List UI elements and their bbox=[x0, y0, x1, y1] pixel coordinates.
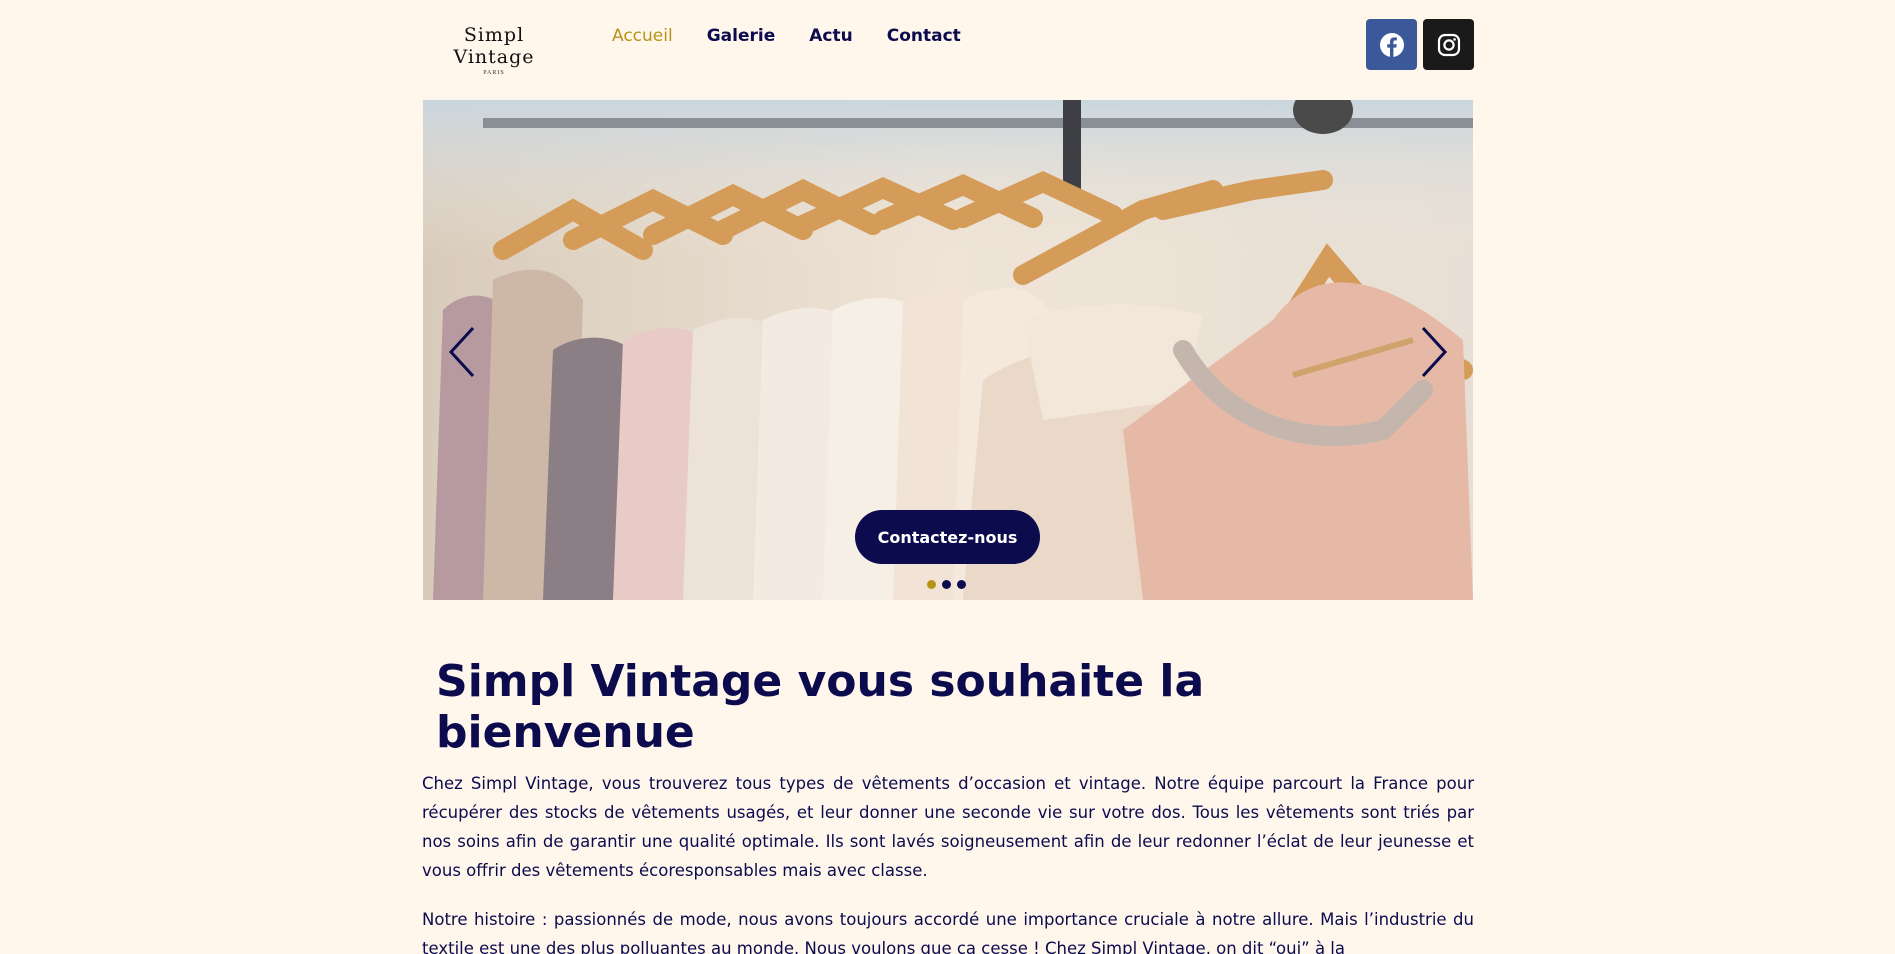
chevron-right-icon bbox=[1421, 326, 1448, 378]
slider-dots bbox=[927, 580, 966, 589]
logo-text: Simpl Vintage bbox=[453, 24, 535, 68]
nav-item-galerie[interactable]: Galerie bbox=[707, 26, 776, 46]
page-title: Simpl Vintage vous souhaite la bienvenue bbox=[436, 656, 1205, 758]
instagram-button[interactable] bbox=[1423, 19, 1474, 70]
history-paragraph: Notre histoire : passionnés de mode, nou… bbox=[422, 910, 1474, 954]
instagram-icon bbox=[1437, 33, 1460, 56]
nav-item-contact[interactable]: Contact bbox=[887, 26, 961, 46]
page: Simpl Vintage PARIS Accueil Galerie Actu… bbox=[0, 0, 1895, 954]
main-nav: Accueil Galerie Actu Contact bbox=[612, 26, 961, 46]
slider-dot-2[interactable] bbox=[942, 580, 951, 589]
contact-cta-button[interactable]: Contactez-nous bbox=[855, 510, 1040, 564]
facebook-icon bbox=[1379, 32, 1404, 57]
nav-item-actu[interactable]: Actu bbox=[809, 26, 852, 46]
slider-dot-3[interactable] bbox=[957, 580, 966, 589]
slider-prev-button[interactable] bbox=[443, 322, 483, 382]
site-logo[interactable]: Simpl Vintage PARIS bbox=[424, 24, 564, 76]
intro-paragraph: Chez Simpl Vintage, vous trouverez tous … bbox=[422, 774, 1474, 880]
slider-next-button[interactable] bbox=[1413, 322, 1453, 382]
chevron-left-icon bbox=[448, 326, 475, 378]
social-links bbox=[1366, 19, 1474, 70]
slider-dot-1[interactable] bbox=[927, 580, 936, 589]
logo-subtext: PARIS bbox=[483, 70, 505, 76]
site-header: Simpl Vintage PARIS Accueil Galerie Actu… bbox=[422, 0, 1474, 90]
nav-item-accueil[interactable]: Accueil bbox=[612, 26, 673, 46]
facebook-button[interactable] bbox=[1366, 19, 1417, 70]
hero-slider: Contactez-nous bbox=[423, 100, 1473, 600]
